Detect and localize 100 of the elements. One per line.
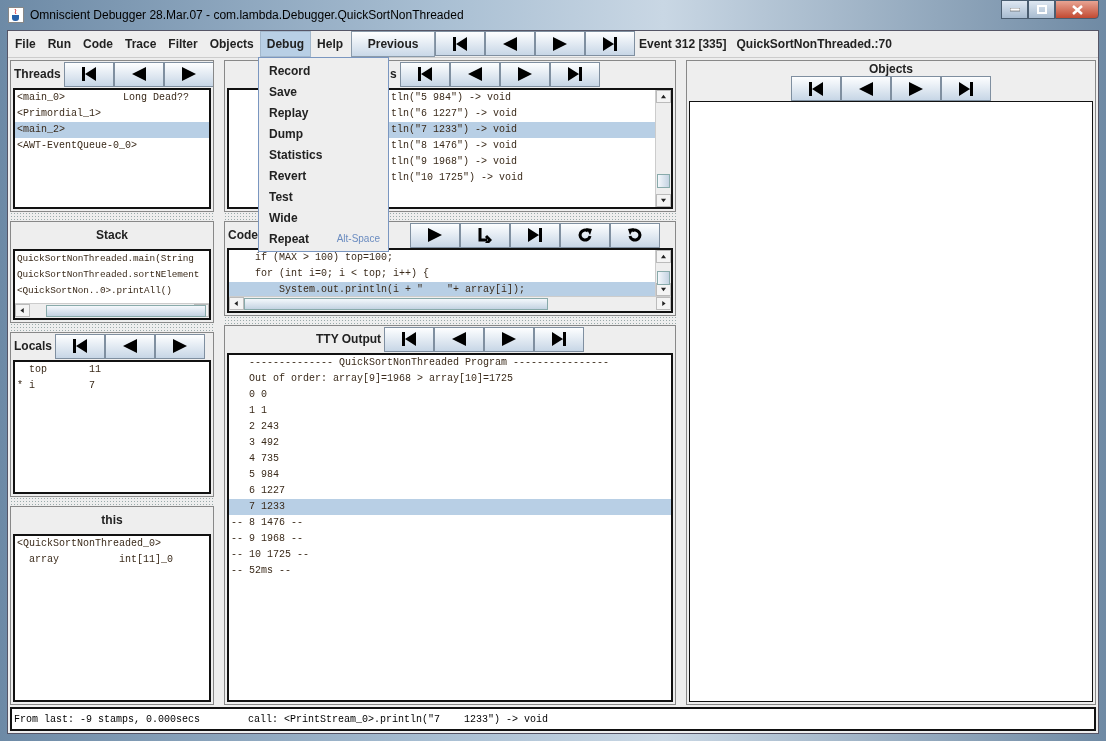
code-line[interactable]: if (MAX > 100) top=100; [229, 250, 655, 266]
nav-button[interactable] [499, 61, 550, 87]
menu-item[interactable]: Objects [203, 31, 260, 57]
scrollbar-thumb[interactable] [657, 173, 670, 188]
nav-button[interactable] [585, 31, 636, 56]
nav-button[interactable] [63, 61, 114, 87]
trace-row[interactable]: tln("7 1233") -> void [389, 122, 655, 138]
output-line[interactable]: 1 1 [229, 403, 671, 419]
menu-entry[interactable]: Dump [259, 123, 388, 144]
skip-back-icon [808, 80, 824, 97]
nav-button[interactable] [55, 333, 105, 359]
nav-button[interactable] [791, 76, 841, 101]
trace-row[interactable]: tln("8 1476") -> void [389, 138, 655, 154]
skip-back-icon [452, 35, 469, 52]
output-line[interactable]: 3 492 [229, 435, 671, 451]
trace-row[interactable]: tln("10 1725") -> void [389, 170, 655, 186]
panel-title: Threads [13, 67, 62, 81]
thread-row[interactable]: <Primordial_1> [15, 106, 209, 122]
nav-button[interactable] [560, 222, 610, 248]
cup-icon [8, 7, 24, 23]
minimize-button[interactable] [1001, 0, 1028, 19]
menu-item[interactable]: File [9, 31, 42, 57]
nav-button[interactable] [460, 222, 510, 248]
trace-row[interactable]: tln("5 984") -> void [389, 90, 655, 106]
nav-button[interactable] [435, 31, 486, 56]
output-line[interactable]: 5 984 [229, 467, 671, 483]
menu-item[interactable]: Trace [119, 31, 163, 57]
close-button[interactable] [1055, 0, 1099, 19]
trace-row[interactable]: tln("6 1227") -> void [389, 106, 655, 122]
location-label: QuickSortNonThreaded.:70 [736, 37, 892, 51]
thread-name: <main_0> [17, 91, 66, 105]
thread-row[interactable]: <main_2> [15, 122, 209, 138]
menu-entry[interactable]: Replay [259, 102, 388, 123]
previous-button[interactable]: Previous [351, 31, 436, 57]
nav-button[interactable] [163, 61, 213, 87]
vertical-scrollbar[interactable] [655, 250, 671, 296]
nav-button[interactable] [484, 326, 535, 352]
code-line[interactable]: for (int i=0; i < top; i++) { [229, 266, 655, 282]
menu-entry[interactable]: Repeat Alt-Space [259, 228, 388, 249]
thread-name: <main_2> [17, 123, 66, 137]
scrollbar-thumb[interactable] [657, 271, 670, 285]
nav-button[interactable] [510, 222, 560, 248]
nav-button[interactable] [155, 333, 205, 359]
nav-button[interactable] [535, 31, 586, 56]
nav-button[interactable] [384, 326, 435, 352]
menu-entry[interactable]: Record [259, 60, 388, 81]
nav-button[interactable] [399, 61, 450, 87]
menu-entry[interactable]: Statistics [259, 144, 388, 165]
menu-entry[interactable]: Save [259, 81, 388, 102]
stack-frame[interactable]: QuickSortNonThreaded.main(String [15, 251, 209, 267]
stack-frame[interactable]: QuickSortNonThreaded.sortNElement [15, 267, 209, 283]
nav-button[interactable] [485, 31, 536, 56]
output-line[interactable]: 2 243 [229, 419, 671, 435]
vertical-scrollbar[interactable] [655, 90, 671, 207]
menu-item[interactable]: Filter [162, 31, 204, 57]
output-line[interactable]: 6 1227 [229, 483, 671, 499]
menu-entry[interactable]: Wide [259, 207, 388, 228]
output-line[interactable]: -------------- QuickSortNonThreaded Program ---------------- [229, 355, 671, 371]
menu-entry[interactable]: Revert [259, 165, 388, 186]
nav-button[interactable] [410, 222, 460, 248]
nav-button[interactable] [891, 76, 941, 101]
output-line[interactable]: 0 0 [229, 387, 671, 403]
stack-frame[interactable]: <QuickSortNon..0>.printAll() [15, 283, 209, 299]
status-timing: From last: -9 stamps, 0.000secs [14, 713, 201, 725]
output-line[interactable]: -- 8 1476 -- [229, 515, 671, 531]
menu-item[interactable]: Run [41, 31, 77, 57]
output-line[interactable]: -- 52ms -- [229, 563, 671, 579]
nav-button[interactable] [941, 76, 991, 101]
nav-button[interactable] [113, 61, 164, 87]
nav-button[interactable] [610, 222, 660, 248]
menu-item[interactable]: Debug [259, 31, 312, 57]
window-title: Omniscient Debugger 28.Mar.07 - com.lambda.Debugger.QuickSortNonThreaded [30, 8, 464, 22]
nav-button[interactable] [434, 326, 485, 352]
menu-item[interactable]: Code [77, 31, 119, 57]
thread-row[interactable]: <main_0> Long Dead?? [15, 90, 209, 106]
minimize-icon [1009, 7, 1020, 12]
menu-entry[interactable]: Test [259, 186, 388, 207]
output-line[interactable]: Out of order: array[9]=1968 > array[10]=1725 [229, 371, 671, 387]
menu-item[interactable]: Help [311, 31, 350, 57]
back-icon [859, 80, 873, 97]
output-line[interactable]: 4 735 [229, 451, 671, 467]
scrollbar-thumb[interactable] [46, 305, 206, 317]
play-icon [553, 35, 568, 52]
thread-row[interactable]: <AWT-EventQueue-0_0> [15, 138, 209, 154]
scrollbar-thumb[interactable] [244, 298, 548, 310]
horizontal-scrollbar[interactable] [229, 296, 671, 311]
horizontal-scrollbar[interactable] [15, 303, 209, 318]
skip-back-icon [401, 331, 418, 347]
object-name: <QuickSortNonThreaded_0> [17, 537, 162, 551]
nav-button[interactable] [534, 326, 585, 352]
back-icon [503, 35, 518, 52]
maximize-button[interactable] [1028, 0, 1055, 19]
output-line[interactable]: -- 10 1725 -- [229, 547, 671, 563]
nav-button[interactable] [449, 61, 500, 87]
output-line[interactable]: -- 9 1968 -- [229, 531, 671, 547]
nav-button[interactable] [549, 61, 600, 87]
trace-row[interactable]: tln("9 1968") -> void [389, 154, 655, 170]
nav-button[interactable] [841, 76, 891, 101]
play-icon [428, 227, 442, 243]
nav-button[interactable] [105, 333, 155, 359]
